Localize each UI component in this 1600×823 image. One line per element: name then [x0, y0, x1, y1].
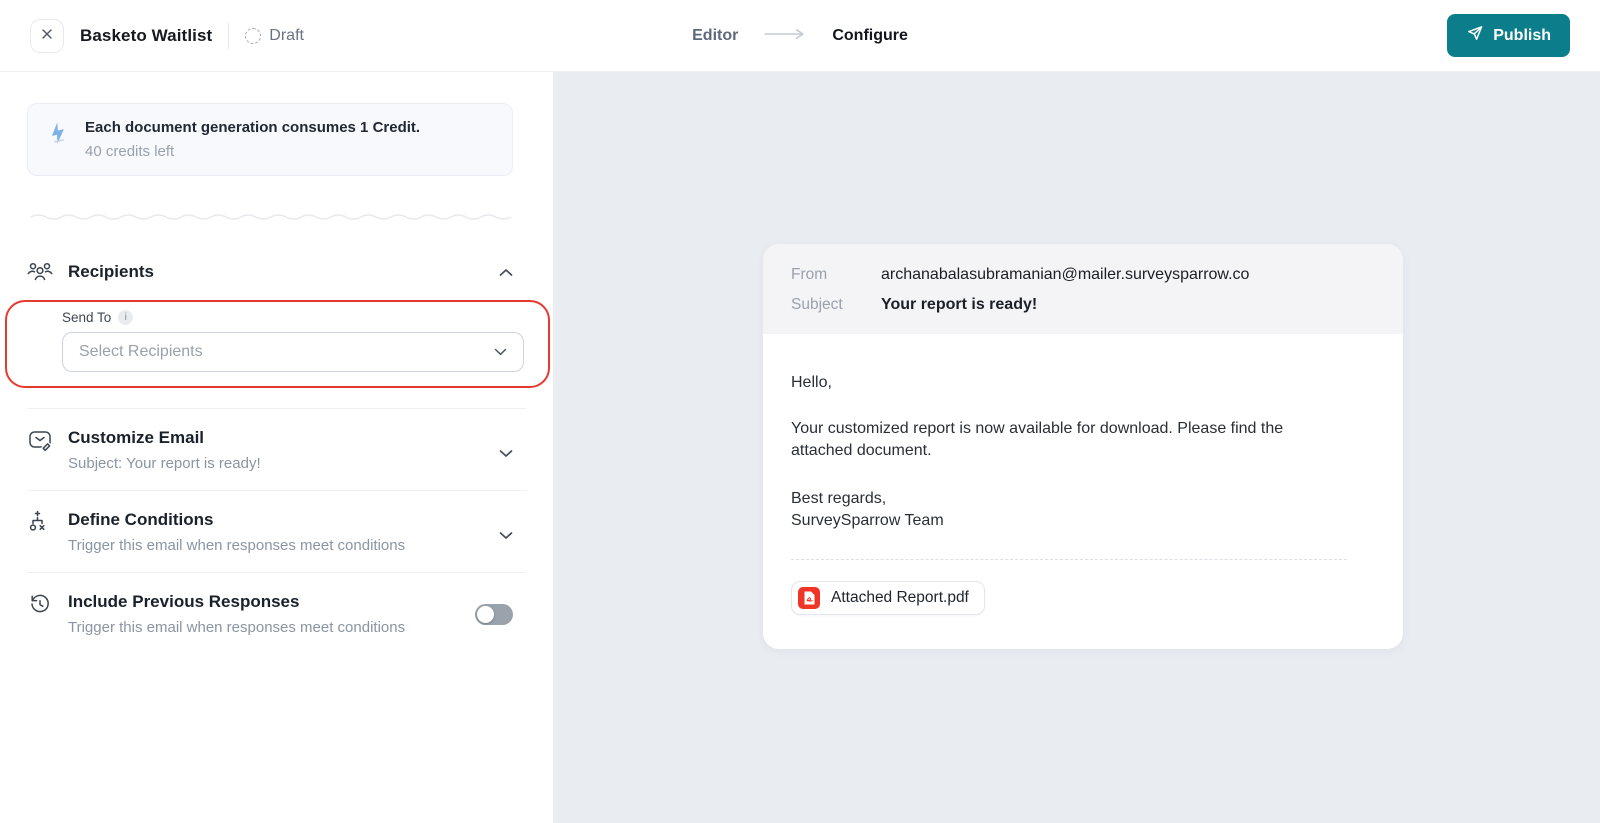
include-previous-responses-section: Include Previous Responses Trigger this …	[27, 573, 513, 654]
credit-notice: Each document generation consumes 1 Cred…	[27, 103, 513, 176]
subject-value: Your report is ready!	[881, 296, 1375, 314]
publish-button[interactable]: Publish	[1447, 14, 1570, 57]
email-header: From archanabalasubramanian@mailer.surve…	[763, 244, 1403, 334]
recipients-dropdown-placeholder: Select Recipients	[79, 343, 203, 361]
history-icon	[27, 592, 53, 616]
tab-editor[interactable]: Editor	[692, 27, 738, 45]
info-icon[interactable]: i	[118, 310, 133, 325]
include-previous-subtitle: Trigger this email when responses meet c…	[68, 619, 405, 636]
pdf-file-icon	[798, 587, 820, 609]
send-to-label: Send To	[62, 310, 111, 325]
chevron-down-icon[interactable]	[499, 449, 513, 458]
credit-notice-title: Each document generation consumes 1 Cred…	[85, 119, 420, 136]
send-to-highlight-annotation: Send To i Select Recipients	[5, 300, 550, 388]
toggle-knob	[477, 606, 494, 623]
email-signoff-2: SurveySparrow Team	[791, 510, 1375, 532]
chevron-down-icon[interactable]	[499, 531, 513, 540]
envelope-pencil-icon	[27, 428, 53, 452]
draft-status-icon	[245, 28, 261, 44]
define-conditions-section[interactable]: Define Conditions Trigger this email whe…	[27, 491, 513, 572]
divider	[228, 23, 229, 49]
recipients-dropdown[interactable]: Select Recipients	[62, 332, 524, 372]
lightning-icon	[44, 119, 72, 147]
email-body: Hello, Your customized report is now ava…	[763, 334, 1403, 649]
include-previous-toggle[interactable]	[475, 604, 513, 625]
close-icon	[41, 28, 53, 43]
settings-sidebar: Each document generation consumes 1 Cred…	[0, 72, 553, 823]
top-bar: Basketo Waitlist Draft Editor Configure …	[0, 0, 1600, 72]
subject-label: Subject	[791, 296, 881, 314]
branch-conditions-icon	[27, 510, 53, 534]
publish-plane-icon	[1466, 24, 1484, 47]
arrow-right-icon	[764, 27, 806, 45]
status-label: Draft	[269, 27, 304, 45]
chevron-up-icon[interactable]	[499, 268, 513, 277]
from-value: archanabalasubramanian@mailer.surveyspar…	[881, 266, 1375, 284]
email-body-text: Your customized report is now available …	[791, 418, 1296, 462]
include-previous-title: Include Previous Responses	[68, 592, 405, 612]
attachment-divider	[791, 559, 1347, 560]
credit-notice-subtitle: 40 credits left	[85, 143, 420, 160]
page-title: Basketo Waitlist	[80, 26, 212, 46]
attachment-name: Attached Report.pdf	[831, 589, 969, 607]
chevron-down-icon	[494, 343, 507, 361]
publish-label: Publish	[1493, 27, 1551, 45]
group-icon	[27, 260, 53, 284]
define-conditions-subtitle: Trigger this email when responses meet c…	[68, 537, 405, 554]
email-signoff-1: Best regards,	[791, 488, 1375, 510]
preview-canvas: From archanabalasubramanian@mailer.surve…	[553, 72, 1600, 823]
recipients-title: Recipients	[68, 262, 154, 282]
attachment-chip[interactable]: Attached Report.pdf	[791, 581, 985, 615]
status-badge: Draft	[245, 27, 304, 45]
customize-email-title: Customize Email	[68, 428, 261, 448]
define-conditions-title: Define Conditions	[68, 510, 405, 530]
email-greeting: Hello,	[791, 374, 1375, 392]
recipients-section-header[interactable]: Recipients	[27, 260, 513, 284]
breadcrumb: Editor Configure	[692, 0, 908, 72]
email-preview-card: From archanabalasubramanian@mailer.surve…	[763, 244, 1403, 649]
close-button[interactable]	[30, 19, 64, 53]
from-label: From	[791, 266, 881, 284]
customize-email-subtitle: Subject: Your report is ready!	[68, 455, 261, 472]
customize-email-section[interactable]: Customize Email Subject: Your report is …	[27, 409, 513, 490]
wavy-divider	[30, 212, 513, 222]
tab-configure[interactable]: Configure	[832, 27, 908, 45]
